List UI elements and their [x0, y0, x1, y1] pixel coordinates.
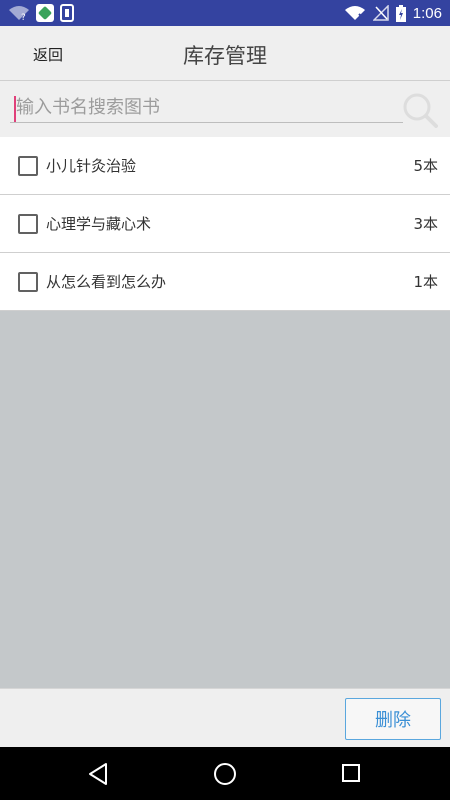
search-bar	[0, 81, 450, 137]
recents-square-icon[interactable]	[339, 761, 363, 785]
book-count: 3本	[413, 215, 438, 233]
book-row[interactable]: 心理学与藏心术 3本	[0, 195, 450, 253]
app-notification-icon	[36, 4, 54, 22]
delete-button[interactable]: 删除	[345, 698, 441, 740]
wifi-question-icon: ?	[9, 6, 29, 21]
status-left-icons: ?	[8, 4, 74, 22]
home-circle-icon[interactable]	[212, 761, 238, 787]
search-input[interactable]	[10, 93, 403, 123]
back-triangle-icon[interactable]	[86, 761, 112, 787]
action-footer: 删除	[0, 688, 450, 747]
system-nav-bar	[0, 747, 450, 800]
battery-charging-icon	[395, 4, 406, 22]
no-signal-icon	[372, 5, 389, 21]
header-bar: 返回 库存管理	[0, 26, 450, 81]
book-checkbox[interactable]	[18, 155, 38, 176]
status-right-icons: 1:06	[344, 4, 442, 22]
page-title: 库存管理	[183, 44, 267, 68]
book-name: 从怎么看到怎么办	[46, 273, 167, 291]
text-cursor	[14, 96, 16, 122]
book-count: 5本	[413, 157, 438, 175]
book-checkbox[interactable]	[18, 271, 38, 292]
book-row[interactable]: 小儿针灸治验 5本	[0, 137, 450, 195]
status-time: 1:06	[412, 4, 442, 22]
wifi-x-icon	[344, 6, 366, 21]
book-checkbox[interactable]	[18, 213, 38, 234]
book-row[interactable]: 从怎么看到怎么办 1本	[0, 253, 450, 311]
book-name: 小儿针灸治验	[46, 157, 137, 175]
book-list: 小儿针灸治验 5本 心理学与藏心术 3本 从怎么看到怎么办 1本	[0, 137, 450, 311]
search-icon[interactable]	[402, 92, 438, 128]
book-count: 1本	[413, 273, 438, 291]
book-name: 心理学与藏心术	[46, 215, 152, 233]
svg-text:?: ?	[21, 13, 26, 21]
download-notification-icon	[60, 4, 74, 22]
status-bar: ? 1:06	[0, 0, 450, 26]
